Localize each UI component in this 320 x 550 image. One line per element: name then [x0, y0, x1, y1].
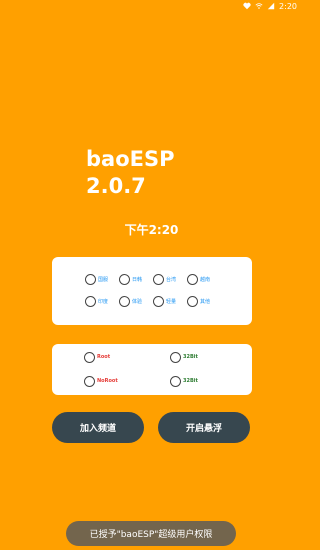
mode-label: NoRoot — [97, 378, 118, 384]
radio-icon[interactable] — [170, 375, 181, 387]
status-time: 2:20 — [279, 1, 297, 11]
radio-icon[interactable] — [119, 295, 130, 307]
region-label: 轻量 — [166, 298, 177, 305]
heart-icon — [243, 2, 251, 10]
mode-option-root[interactable]: Root — [84, 350, 170, 364]
start-float-button[interactable]: 开启悬浮 — [158, 412, 250, 443]
region-radio-group: 国服 日韩 台湾 越南 印度 体验 轻量 其他 — [85, 272, 221, 308]
toast-message: 已授予"baoESP"超级用户权限 — [66, 521, 236, 546]
region-option[interactable]: 国服 — [85, 272, 119, 286]
region-option[interactable]: 台湾 — [153, 272, 187, 286]
radio-icon[interactable] — [85, 273, 96, 285]
mode-option-32bit[interactable]: 32Bit — [170, 350, 230, 364]
radio-icon[interactable] — [85, 295, 96, 307]
app-title: baoESP 2.0.7 — [86, 146, 175, 200]
region-label: 越南 — [200, 276, 211, 283]
radio-icon[interactable] — [170, 351, 181, 363]
radio-icon[interactable] — [119, 273, 130, 285]
region-option[interactable]: 轻量 — [153, 294, 187, 308]
radio-icon[interactable] — [84, 375, 95, 387]
region-label: 其他 — [200, 298, 211, 305]
radio-icon[interactable] — [84, 351, 95, 363]
mode-radio-group: Root 32Bit NoRoot 32Bit — [84, 350, 230, 388]
region-option[interactable]: 印度 — [85, 294, 119, 308]
app-version: 2.0.7 — [86, 174, 146, 198]
status-bar: 2:20 — [0, 0, 303, 12]
region-option[interactable]: 越南 — [187, 272, 221, 286]
join-channel-button[interactable]: 加入频道 — [52, 412, 144, 443]
region-option[interactable]: 体验 — [119, 294, 153, 308]
region-option[interactable]: 日韩 — [119, 272, 153, 286]
mode-option-noroot[interactable]: NoRoot — [84, 374, 170, 388]
clock-text: 下午2:20 — [124, 223, 179, 237]
region-label: 国服 — [98, 276, 109, 283]
mode-label: 32Bit — [183, 378, 198, 384]
mode-option-32bit-2[interactable]: 32Bit — [170, 374, 230, 388]
mode-label: 32Bit — [183, 354, 198, 360]
region-label: 台湾 — [166, 276, 177, 283]
region-card: 国服 日韩 台湾 越南 印度 体验 轻量 其他 — [52, 257, 252, 325]
region-option[interactable]: 其他 — [187, 294, 221, 308]
radio-icon[interactable] — [187, 273, 198, 285]
mode-label: Root — [97, 354, 111, 360]
region-label: 日韩 — [132, 276, 143, 283]
region-label: 体验 — [132, 298, 143, 305]
radio-icon[interactable] — [153, 295, 164, 307]
mode-card: Root 32Bit NoRoot 32Bit — [52, 344, 252, 395]
region-label: 印度 — [98, 298, 109, 305]
wifi-icon — [255, 2, 263, 10]
radio-icon[interactable] — [187, 295, 198, 307]
signal-icon — [267, 2, 275, 10]
radio-icon[interactable] — [153, 273, 164, 285]
app-name: baoESP — [86, 147, 175, 171]
